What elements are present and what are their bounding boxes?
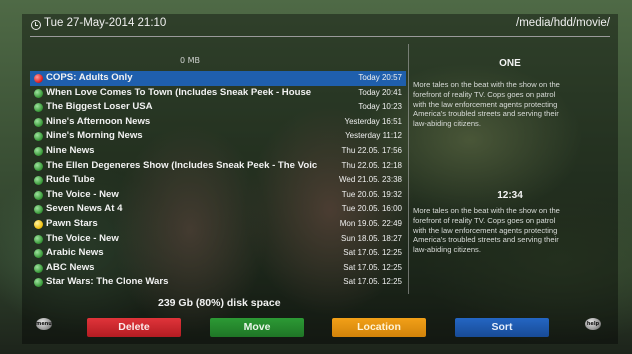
status-dot-icon <box>34 205 43 215</box>
recording-row[interactable]: Pawn Stars Mon 19.05. 22:49 <box>30 217 406 232</box>
recording-row[interactable]: When Love Comes To Town (Includes Sneak … <box>30 86 406 101</box>
status-dot-icon <box>34 88 43 98</box>
recording-row[interactable]: Star Wars: The Clone Wars Sat 17.05. 12:2… <box>30 275 406 290</box>
panel-divider <box>408 44 409 294</box>
help-button[interactable]: help <box>585 318 601 330</box>
status-dot-icon <box>34 278 43 288</box>
recording-title: ABC News <box>46 261 95 273</box>
disk-space: 239 Gb (80%) disk space <box>158 297 281 309</box>
status-dot-icon <box>34 132 43 142</box>
menu-button[interactable]: menu <box>36 318 52 330</box>
recording-title: The Voice - New <box>46 232 119 244</box>
recording-row[interactable]: The Ellen Degeneres Show (Includes Sneak… <box>30 159 406 174</box>
recording-row[interactable]: COPS: Adults Only Today 20:57 <box>30 71 406 86</box>
recording-date: Sun 18.05. 18:27 <box>341 233 402 243</box>
recording-date: Today 10:23 <box>358 102 402 112</box>
recording-date: Sat 17.05. 12:25 <box>343 277 402 287</box>
recording-date: Sat 17.05. 12:25 <box>343 262 402 272</box>
recording-date: Yesterday 11:12 <box>345 131 402 141</box>
recording-title: Rude Tube <box>46 174 95 186</box>
recording-row[interactable]: Seven News At 4 Tue 20.05. 16:00 <box>30 202 406 217</box>
recording-title: The Voice - New <box>46 188 119 200</box>
recording-date: Today 20:57 <box>358 73 402 82</box>
top-bar: Tue 27-May-2014 21:10 /media/hdd/movie/ <box>0 0 632 40</box>
recording-row[interactable]: Rude Tube Wed 21.05. 23:38 <box>30 173 406 188</box>
recording-row[interactable]: Nine News Thu 22.05. 17:56 <box>30 144 406 159</box>
recording-title: COPS: Adults Only <box>46 72 133 83</box>
status-dot-icon <box>34 190 43 200</box>
clock-icon <box>31 20 41 30</box>
recording-row[interactable]: Arabic News Sat 17.05. 12:25 <box>30 246 406 261</box>
recording-title: Star Wars: The Clone Wars <box>46 276 169 288</box>
status-dot-icon <box>34 263 43 273</box>
recording-date: Yesterday 16:51 <box>344 116 402 126</box>
recording-row[interactable]: The Voice - New Sun 18.05. 18:27 <box>30 232 406 247</box>
status-dot-icon <box>34 117 43 127</box>
current-path: /media/hdd/movie/ <box>516 17 610 29</box>
status-dot-icon <box>34 249 43 259</box>
recording-date: Thu 22.05. 12:18 <box>341 160 403 170</box>
recording-row[interactable]: The Voice - New Tue 20.05. 19:32 <box>30 188 406 203</box>
recording-date: Tue 20.05. 16:00 <box>341 204 402 214</box>
status-dot-icon <box>34 103 43 113</box>
recording-title: The Biggest Loser USA <box>46 101 153 113</box>
recording-title: Nine News <box>46 144 95 156</box>
recording-title: Seven News At 4 <box>46 203 123 215</box>
recording-date: Tue 20.05. 19:32 <box>341 189 402 199</box>
location-button[interactable]: Location <box>332 318 426 337</box>
recording-date: Sat 17.05. 12:25 <box>343 248 402 258</box>
recording-date: Mon 19.05. 22:49 <box>339 218 402 228</box>
channel-name: ONE <box>499 58 521 69</box>
event-description: More tales on the beat with the show on … <box>413 80 560 129</box>
status-dot-icon <box>34 146 43 156</box>
status-dot-icon <box>34 219 43 229</box>
next-event-description: More tales on the beat with the show on … <box>413 206 560 255</box>
recording-title: Pawn Stars <box>46 217 98 229</box>
recording-row[interactable]: Nine's Morning News Yesterday 11:12 <box>30 129 406 144</box>
recording-title: Arabic News <box>46 247 104 259</box>
recording-date: Wed 21.05. 23:38 <box>338 175 402 185</box>
recording-title: Nine's Morning News <box>46 130 143 142</box>
datetime: Tue 27-May-2014 21:10 <box>44 17 167 29</box>
header-divider <box>30 36 610 37</box>
recording-date: Today 20:41 <box>358 87 402 97</box>
recording-row[interactable]: The Biggest Loser USA Today 10:23 <box>30 100 406 115</box>
recording-row[interactable]: ABC News Sat 17.05. 12:25 <box>30 261 406 276</box>
recording-row[interactable]: Nine's Afternoon News Yesterday 16:51 <box>30 115 406 130</box>
recording-title: When Love Comes To Town (Includes Sneak … <box>46 86 312 98</box>
event-time: 12:34 <box>497 190 523 201</box>
recording-title: The Ellen Degeneres Show (Includes Sneak… <box>46 159 318 171</box>
move-button[interactable]: Move <box>210 318 304 337</box>
status-dot-icon <box>34 161 43 171</box>
recordings-list[interactable]: COPS: Adults Only Today 20:57 When Love Co… <box>30 71 406 290</box>
sort-button[interactable]: Sort <box>455 318 549 337</box>
delete-button[interactable]: Delete <box>87 318 181 337</box>
free-space: 0 MB <box>180 56 201 65</box>
recording-title: Nine's Afternoon News <box>46 115 151 127</box>
status-dot-icon <box>34 74 43 83</box>
status-dot-icon <box>34 234 43 244</box>
recording-date: Thu 22.05. 17:56 <box>341 145 403 155</box>
status-dot-icon <box>34 176 43 186</box>
